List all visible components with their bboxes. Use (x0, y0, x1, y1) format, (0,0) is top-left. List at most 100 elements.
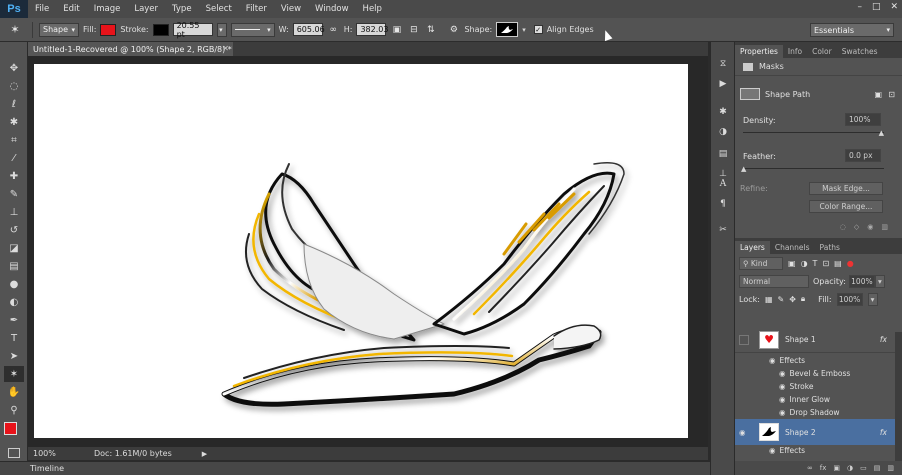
magic-wand-icon[interactable]: ✱ (4, 114, 24, 130)
link-icon[interactable]: ∞ (327, 23, 340, 36)
maximize-button[interactable]: □ (872, 2, 881, 12)
blend-mode-select[interactable]: Normal (739, 274, 809, 288)
path-alignment-icon[interactable]: ⊟ (407, 23, 420, 36)
eyedropper-icon[interactable]: ⁄ (4, 150, 24, 166)
color-range-button[interactable]: Color Range... (809, 200, 883, 213)
add-pixel-mask-icon[interactable]: ▣ (874, 90, 882, 99)
lock-position-icon[interactable]: ✥ (789, 295, 796, 304)
layer-row-shape-1[interactable]: ♥ Shape 1 fx (735, 327, 895, 353)
dodge-icon[interactable]: ◐ (4, 294, 24, 310)
density-slider-handle[interactable]: ▲ (879, 129, 884, 137)
tab-layers[interactable]: Layers (735, 241, 770, 254)
menu-filter[interactable]: Filter (239, 4, 274, 14)
menu-edit[interactable]: Edit (56, 4, 86, 14)
tab-swatches[interactable]: Swatches (837, 45, 883, 58)
pixel-filter-icon[interactable]: ▣ (788, 259, 796, 268)
status-menu-arrow[interactable]: ▶ (202, 450, 207, 458)
mask-edge-button[interactable]: Mask Edge... (809, 182, 883, 195)
close-icon[interactable]: ✕ (222, 44, 229, 53)
effect-row[interactable]: ◉ Drop Shadow (735, 406, 895, 419)
path-operations-icon[interactable]: ▣ (390, 23, 403, 36)
new-layer-icon[interactable]: ▤ (874, 464, 881, 472)
menu-view[interactable]: View (274, 4, 308, 14)
fill-dropdown[interactable]: ▾ (867, 292, 878, 306)
move-icon[interactable]: ✥ (4, 60, 24, 76)
crop-icon[interactable]: ⌗ (4, 132, 24, 148)
history-icon[interactable]: ⧖ (714, 56, 732, 72)
feather-field[interactable]: 0.0 px (845, 149, 881, 162)
fx-icon[interactable]: fx (880, 335, 887, 344)
lock-all-icon[interactable]: 🔒︎ (801, 294, 805, 304)
type-icon[interactable]: T (4, 330, 24, 346)
fill-field[interactable]: 100% (836, 292, 863, 306)
link-layers-icon[interactable]: ∞ (807, 464, 813, 472)
layer-row-shape-2[interactable]: ◉ Shape 2 fx (735, 419, 895, 445)
menu-image[interactable]: Image (87, 4, 128, 14)
menu-file[interactable]: File (28, 4, 56, 14)
stroke-type-select[interactable] (230, 22, 275, 37)
zoom-level[interactable]: 100% (28, 449, 58, 458)
type-filter-icon[interactable]: T (813, 259, 818, 268)
tool-mode-select[interactable]: Shape (39, 22, 79, 37)
path-arrangement-icon[interactable]: ⇅ (424, 23, 437, 36)
delete-layer-icon[interactable]: ▥ (887, 464, 894, 472)
effect-eye-icon[interactable]: ◉ (779, 382, 786, 391)
tab-properties[interactable]: Properties (735, 45, 783, 58)
kind-filter-select[interactable]: ⚲ Kind (739, 256, 783, 270)
add-style-icon[interactable]: fx (820, 464, 827, 472)
effect-row[interactable]: ◉ Stroke (735, 380, 895, 393)
width-field[interactable]: 605.06 (292, 23, 325, 36)
shape-filter-icon[interactable]: ⊡ (822, 259, 829, 268)
feather-slider-handle[interactable]: ▲ (741, 165, 746, 173)
smart-object-filter-icon[interactable]: ▤ (834, 259, 842, 268)
opacity-dropdown[interactable]: ▾ (874, 274, 885, 288)
stroke-width-field[interactable]: 20.55 pt (172, 21, 213, 39)
blur-icon[interactable]: ● (4, 276, 24, 292)
character-icon[interactable]: A (714, 176, 732, 192)
adjustment-filter-icon[interactable]: ◑ (801, 259, 808, 268)
align-edges-checkbox[interactable]: ✓ (533, 25, 543, 34)
lock-transparency-icon[interactable]: ▦ (765, 295, 773, 304)
workspace-select[interactable]: Essentials (810, 23, 894, 37)
filter-toggle-icon[interactable]: ● (847, 259, 854, 268)
menu-window[interactable]: Window (308, 4, 356, 14)
menu-select[interactable]: Select (199, 4, 239, 14)
menu-help[interactable]: Help (356, 4, 389, 14)
tool-presets-icon[interactable]: ✂ (714, 222, 732, 238)
shape-picker[interactable] (496, 22, 519, 37)
effect-eye-icon[interactable]: ◉ (779, 395, 786, 404)
zoom-icon[interactable]: ⚲ (4, 402, 24, 418)
pen-icon[interactable]: ✒ (4, 312, 24, 328)
brush-icon[interactable]: ✎ (4, 186, 24, 202)
lock-pixels-icon[interactable]: ✎ (778, 295, 785, 304)
timeline-tab[interactable]: Timeline (30, 464, 64, 473)
effects-eye-icon[interactable]: ◉ (769, 446, 776, 455)
eraser-icon[interactable]: ◪ (4, 240, 24, 256)
path-selection-icon[interactable]: ➤ (4, 348, 24, 364)
tab-info[interactable]: Info (783, 45, 807, 58)
close-window-button[interactable]: ✕ (890, 2, 898, 12)
menu-type[interactable]: Type (165, 4, 199, 14)
effect-eye-icon[interactable]: ◉ (779, 369, 786, 378)
custom-shape-tool-preset-icon[interactable]: ✶ (4, 23, 26, 36)
stroke-color-swatch[interactable] (152, 23, 169, 36)
gear-icon[interactable]: ⚙ (447, 23, 460, 36)
adjustments-icon[interactable]: ◑ (714, 124, 732, 140)
gradient-icon[interactable]: ▤ (4, 258, 24, 274)
feather-slider[interactable] (743, 168, 884, 169)
effects-eye-icon[interactable]: ◉ (769, 356, 776, 365)
opacity-field[interactable]: 100% (848, 274, 875, 288)
history-brush-icon[interactable]: ↺ (4, 222, 24, 238)
document-tab[interactable]: Untitled-1-Recovered @ 100% (Shape 2, RG… (28, 42, 233, 56)
quick-mask-icon[interactable] (8, 448, 20, 458)
healing-icon[interactable]: ✚ (4, 168, 24, 184)
add-vector-mask-icon[interactable]: ⊡ (888, 90, 895, 99)
density-field[interactable]: 100% (845, 113, 881, 126)
minimize-button[interactable]: – (857, 2, 862, 12)
styles-icon[interactable]: ▤ (714, 146, 732, 162)
new-group-icon[interactable]: ▭ (860, 464, 867, 472)
actions-icon[interactable]: ▶ (714, 76, 732, 92)
delete-icon[interactable]: ▥ (881, 223, 888, 231)
marquee-icon[interactable]: ◌ (4, 78, 24, 94)
apply-mask-icon[interactable]: ◇ (854, 223, 859, 231)
